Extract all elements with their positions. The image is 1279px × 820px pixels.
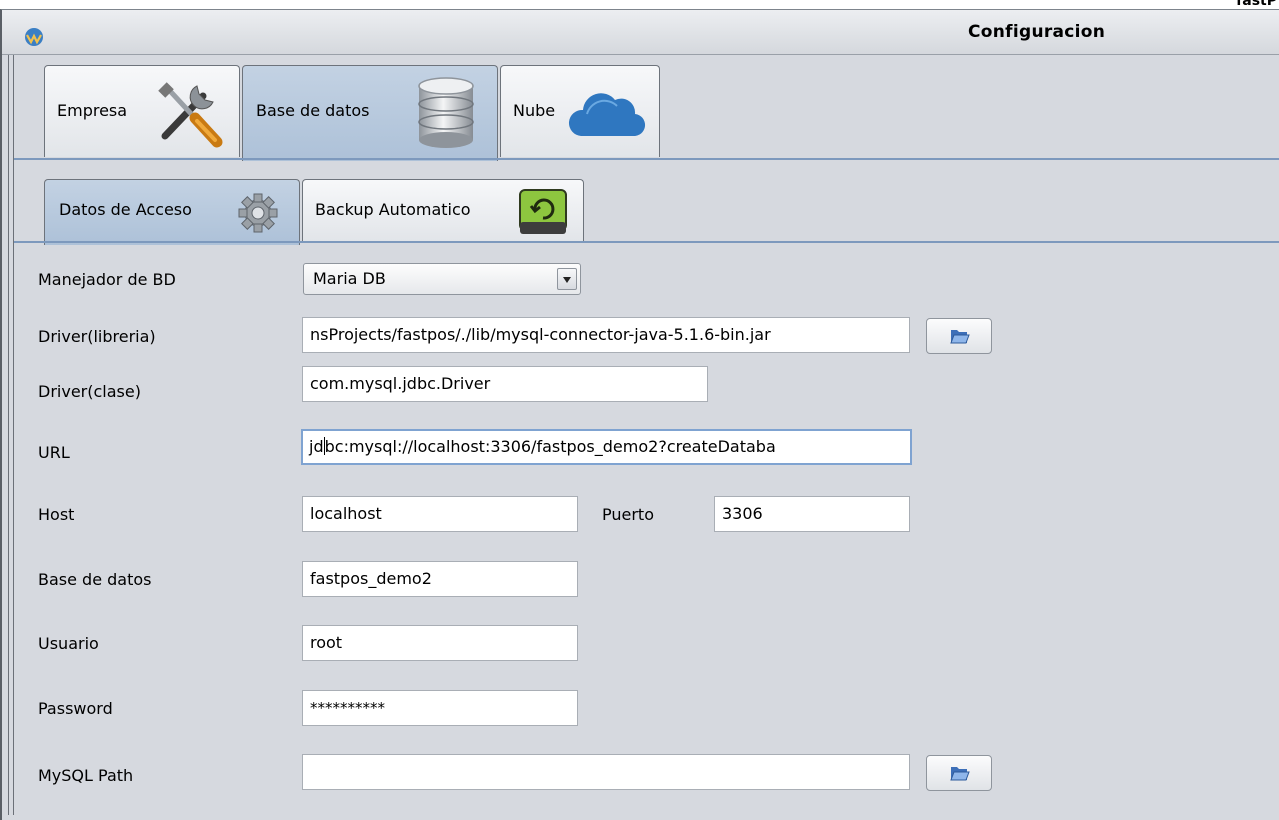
tools-icon — [158, 82, 223, 148]
folder-open-icon — [950, 330, 970, 344]
db-manager-value: Maria DB — [313, 269, 386, 288]
cloud-icon — [568, 93, 646, 137]
chevron-down-icon[interactable] — [557, 268, 577, 290]
main-tab-divider — [14, 158, 1279, 160]
browse-driver-button[interactable] — [926, 318, 992, 354]
driver-class-field[interactable]: com.mysql.jdbc.Driver — [302, 366, 708, 402]
user-label: Usuario — [38, 634, 99, 653]
database-label: Base de datos — [38, 570, 152, 589]
port-label: Puerto — [602, 505, 654, 524]
browse-mysql-path-button[interactable] — [926, 755, 992, 791]
host-field[interactable]: localhost — [302, 496, 578, 532]
database-field[interactable]: fastpos_demo2 — [302, 561, 578, 597]
driver-class-label: Driver(clase) — [38, 382, 141, 401]
tab-backup-automatico[interactable]: Backup Automatico — [302, 179, 584, 241]
tab-datos-de-acceso[interactable]: Datos de Acceso — [44, 179, 300, 245]
configuration-window: Configuracion Empresa Base de datos Nube… — [0, 9, 1279, 820]
tab-empresa[interactable]: Empresa — [44, 65, 240, 157]
tab-label: Nube — [513, 101, 556, 120]
host-label: Host — [38, 505, 75, 524]
manager-label: Manejador de BD — [38, 270, 176, 289]
gear-icon — [238, 193, 278, 233]
port-field[interactable]: 3306 — [714, 496, 910, 532]
password-label: Password — [38, 699, 113, 718]
mysql-path-field[interactable] — [302, 754, 910, 790]
config-content: Empresa Base de datos Nube Datos de Acce… — [14, 55, 1279, 820]
driver-lib-field[interactable]: nsProjects/fastpos/./lib/mysql-connector… — [302, 317, 910, 353]
backup-drive-icon — [519, 189, 567, 234]
tab-label: Base de datos — [256, 101, 370, 120]
url-field[interactable]: jdbc:mysql://localhost:3306/fastpos_demo… — [301, 429, 912, 465]
app-icon — [25, 28, 43, 46]
database-icon — [418, 77, 474, 148]
title-bar[interactable]: Configuracion — [2, 10, 1279, 55]
db-manager-select[interactable]: Maria DB — [303, 263, 581, 295]
folder-open-icon — [950, 767, 970, 781]
sub-tab-divider — [14, 241, 1279, 243]
mysql-path-label: MySQL Path — [38, 766, 134, 785]
url-text-before-caret: jd — [309, 437, 324, 456]
background-app-title: fastP — [1236, 0, 1277, 9]
tab-label: Empresa — [57, 101, 128, 120]
url-text-after-caret: bc:mysql://localhost:3306/fastpos_demo2?… — [324, 437, 776, 456]
tab-label: Datos de Acceso — [59, 200, 192, 219]
user-field[interactable]: root — [302, 625, 578, 661]
tab-base-de-datos[interactable]: Base de datos — [242, 65, 498, 161]
driver-lib-label: Driver(libreria) — [38, 327, 156, 346]
url-label: URL — [38, 443, 70, 462]
tab-nube[interactable]: Nube — [500, 65, 660, 157]
window-title: Configuracion — [968, 22, 1106, 42]
tab-label: Backup Automatico — [315, 200, 471, 219]
password-field[interactable]: ********** — [302, 690, 578, 726]
